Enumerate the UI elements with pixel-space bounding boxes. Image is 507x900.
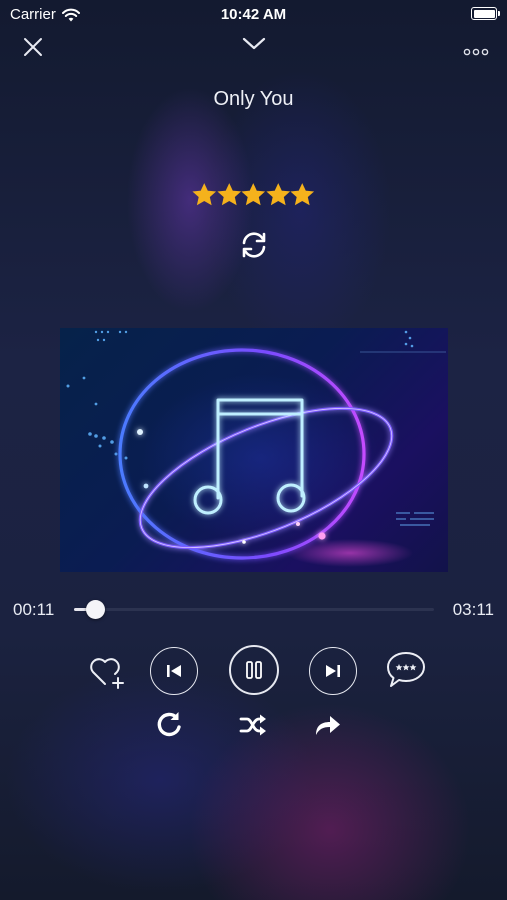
star-icon[interactable] (192, 182, 217, 208)
pause-icon (246, 661, 262, 679)
status-time: 10:42 AM (220, 6, 287, 23)
progress-slider[interactable] (74, 600, 434, 619)
pause-button[interactable] (229, 645, 279, 695)
add-to-favorites-button[interactable] (87, 651, 127, 691)
battery-icon (471, 7, 500, 20)
more-horizontal-icon (463, 48, 489, 56)
song-title: Only You (213, 88, 294, 110)
next-track-button[interactable] (309, 647, 357, 695)
star-icon[interactable] (216, 182, 242, 208)
sync-icon (242, 232, 266, 258)
rating-stars[interactable] (192, 182, 315, 208)
close-icon (24, 38, 42, 56)
collapse-button[interactable] (241, 35, 267, 53)
comments-button[interactable] (385, 648, 427, 690)
skip-next-icon (326, 665, 340, 677)
album-artwork (60, 328, 448, 572)
repeat-icon (157, 712, 181, 737)
progress-thumb[interactable] (85, 600, 105, 619)
previous-track-button[interactable] (150, 647, 198, 695)
comment-icon (387, 652, 425, 687)
share-button[interactable] (312, 710, 342, 740)
skip-previous-icon (167, 665, 181, 677)
current-time: 00:11 (13, 600, 55, 619)
star-icon[interactable] (265, 182, 291, 208)
star-icon[interactable] (290, 182, 315, 208)
star-icon[interactable] (241, 182, 266, 208)
sync-button[interactable] (238, 230, 270, 260)
chevron-down-icon (242, 37, 266, 50)
close-button[interactable] (22, 36, 44, 58)
total-time: 03:11 (452, 600, 494, 619)
repeat-button[interactable] (154, 710, 184, 740)
status-bar: Carrier 10:42 AM (0, 0, 507, 28)
shuffle-button[interactable] (238, 710, 268, 740)
heart-add-icon (90, 658, 124, 689)
share-icon (316, 716, 340, 735)
music-note-icon (66, 330, 446, 560)
more-button[interactable] (463, 44, 489, 56)
shuffle-icon (239, 714, 266, 736)
